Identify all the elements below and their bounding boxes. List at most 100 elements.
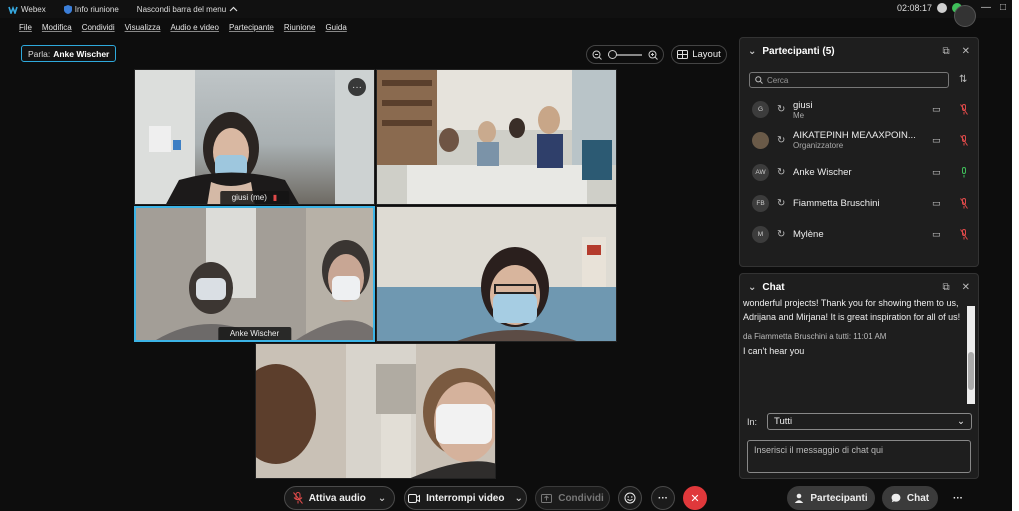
zoom-in-icon[interactable] [648,50,658,60]
mic-muted-icon [960,103,968,115]
layout-label: Layout [692,49,721,60]
recording-status-icon [937,3,947,13]
minimize-icon[interactable]: — [981,2,991,13]
participant-name: Anke Wischer [793,166,852,178]
reactions-button[interactable] [618,486,642,510]
chevron-down-icon: ⌄ [957,416,966,427]
participant-row[interactable]: FB ↻ Fiammetta Bruschini ▭ [740,188,980,218]
anke-tile-label: Anke Wischer [217,327,292,340]
title-bar: Webex Info riunione Nascondi barra del m… [0,0,1012,27]
chevron-up-icon [229,6,238,12]
participant-name: giusi [793,100,813,111]
camera-icon: ▭ [932,166,941,177]
recipient-select[interactable]: Tutti ⌄ [767,413,973,430]
participants-panel-header: ⌄ Partecipanti (5) ⧉ ✕ [740,38,978,64]
leave-meeting-button[interactable]: ✕ [683,486,707,510]
audio-button[interactable]: Attiva audio ⌄ [284,486,395,510]
layout-button[interactable]: Layout [671,45,727,64]
menu-visualizza[interactable]: Visualizza [125,23,161,32]
search-input[interactable] [767,75,937,85]
speaker-name: Anke Wischer [53,48,110,59]
menu-file[interactable]: File [19,23,32,32]
webex-app[interactable]: Webex [8,5,46,14]
popout-icon[interactable]: ⧉ [942,282,949,293]
collapse-chevron-icon[interactable]: ⌄ [748,282,756,293]
chat-scrollbar-thumb[interactable] [968,352,974,390]
menu-bar: File Modifica Condividi Visualizza Audio… [0,19,357,35]
meeting-info-label: Info riunione [74,4,119,14]
participant-row[interactable]: AW ↻ Anke Wischer ▭ [740,157,980,187]
video-tile-participant-five[interactable] [255,343,496,479]
anke-video-feed [136,208,373,340]
share-button[interactable]: Condividi [535,486,610,510]
menu-condividi[interactable]: Condividi [82,23,115,32]
self-name-text: giusi (me) [231,193,267,202]
camera-icon: ▭ [932,134,941,145]
participant-row[interactable]: G ↻ giusi Me ▭ [740,94,980,124]
chat-scrollbar[interactable] [967,306,975,404]
menu-audio-video[interactable]: Audio e video [170,23,218,32]
avatar: M [752,225,769,243]
chat-message: wonderful projects! Thank you for showin… [743,298,961,322]
share-screen-icon [541,493,553,503]
chat-label: Chat [906,492,930,504]
window-controls: — □ [981,2,1006,13]
meeting-info-button[interactable]: Info riunione [63,4,119,14]
hide-menu-button[interactable]: Nascondi barra del menu [137,5,241,14]
mic-muted-icon [292,492,303,504]
avatar: G [752,100,769,118]
participant-row[interactable]: ↻ ΑΙΚΑΤΕΡΙΝΗ ΜΕΛΑΧΡΟΙΝ... Organizzatore … [740,125,980,155]
close-panel-icon[interactable]: ✕ [962,46,970,57]
video-tile-classroom[interactable] [376,69,617,205]
close-panel-icon[interactable]: ✕ [962,282,970,293]
maximize-icon[interactable]: □ [1000,2,1006,13]
menu-modifica[interactable]: Modifica [42,23,72,32]
participant-name: ΑΙΚΑΤΕΡΙΝΗ ΜΕΛΑΧΡΟΙΝ... [793,130,916,141]
video-button[interactable]: Interrompi video ⌄ [404,486,527,510]
smiley-icon [624,492,636,504]
video-zoom-control[interactable] [586,45,664,64]
video-tile-participant-four[interactable] [376,206,617,342]
menu-riunione[interactable]: Riunione [284,23,316,32]
chat-panel-header: ⌄ Chat ⧉ ✕ [740,274,978,300]
menu-guida[interactable]: Guida [325,23,346,32]
active-speaker-indicator: Parla: Anke Wischer [21,45,117,62]
zoom-slider-handle[interactable] [608,49,617,59]
video-tile-self[interactable]: ··· giusi (me) ▮ [134,69,375,205]
participants-panel: ⌄ Partecipanti (5) ⧉ ✕ ⇅ G ↻ giusi Me ▭ … [739,37,979,267]
close-icon: ✕ [690,492,700,505]
participant-row[interactable]: M ↻ Mylène ▭ [740,219,980,249]
more-options-button[interactable]: ··· [651,486,675,510]
audio-chevron-icon[interactable]: ⌄ [378,493,386,504]
chat-message-input[interactable]: Inserisci il messaggio di chat qui [747,440,971,473]
self-view-camera-icon[interactable] [954,5,976,27]
video-tile-anke-wischer[interactable]: Anke Wischer [134,206,375,342]
chat-message-meta: da Fiammetta Bruschini a tutti: 11:01 AM [743,332,887,341]
sync-icon: ↻ [777,166,786,178]
zoom-slider[interactable] [608,49,642,59]
mic-on-icon [962,166,966,177]
sort-icon[interactable]: ⇅ [959,74,967,85]
self-tile-label: giusi (me) ▮ [219,191,290,204]
participant-role: Me [793,111,805,120]
video-chevron-icon[interactable]: ⌄ [514,493,522,504]
participant-role: Organizzatore [793,141,844,150]
camera-icon: ▭ [932,103,941,114]
participant-name: Mylène [793,228,824,240]
more-dots-icon: ··· [658,492,668,504]
participants-label: Partecipanti [810,492,868,504]
chat-panel-title: Chat [762,281,785,293]
zoom-out-icon[interactable] [592,50,602,60]
participants-button[interactable]: Partecipanti [787,486,875,510]
collapse-chevron-icon[interactable]: ⌄ [748,46,756,57]
menu-partecipante[interactable]: Partecipante [229,23,274,32]
webex-window: Webex Info riunione Nascondi barra del m… [0,0,1012,511]
webex-logo-icon [8,5,18,14]
participant-search[interactable] [749,72,949,88]
popout-icon[interactable]: ⧉ [942,46,949,57]
overflow-menu-button[interactable]: ··· [946,486,970,510]
meeting-clock: 02:08:17 [896,3,932,13]
self-video-feed [135,70,374,204]
tile-more-options-button[interactable]: ··· [348,78,366,96]
chat-button[interactable]: Chat [882,486,938,510]
